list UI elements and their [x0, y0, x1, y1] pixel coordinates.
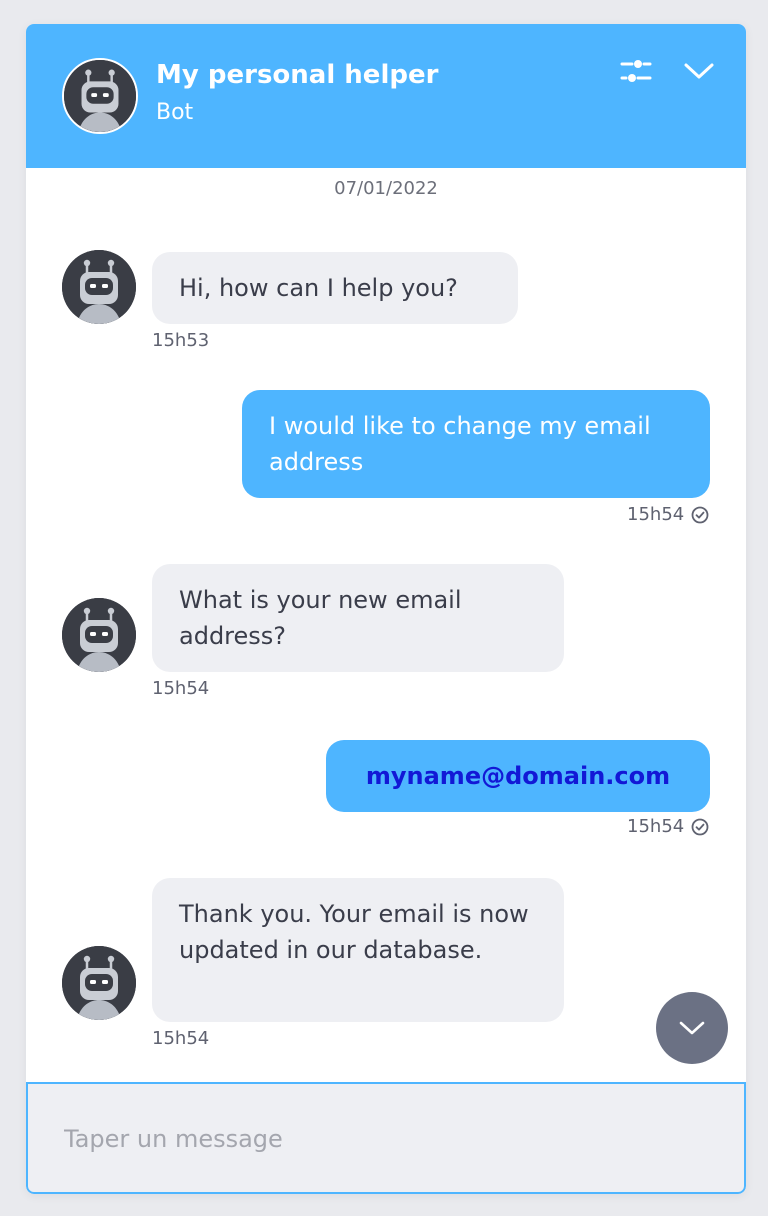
bot-avatar — [62, 946, 136, 1020]
collapse-button[interactable] — [682, 54, 716, 88]
robot-icon — [62, 946, 136, 1020]
bot-message: Hi, how can I help you? — [152, 252, 518, 324]
settings-button[interactable] — [618, 54, 654, 88]
message-timestamp: 15h53 — [152, 330, 210, 351]
timestamp-text: 15h54 — [627, 504, 685, 525]
check-circle-icon — [691, 506, 709, 523]
chevron-down-icon — [684, 63, 714, 79]
bot-avatar — [62, 598, 136, 672]
message-composer — [26, 1082, 746, 1194]
bot-message: Thank you. Your email is now updated in … — [152, 878, 564, 1022]
user-message-email-link[interactable]: myname@domain.com — [326, 740, 710, 812]
message-input[interactable] — [62, 1118, 706, 1160]
message-timestamp: 15h54 — [627, 816, 710, 837]
chat-title: My personal helper — [156, 60, 439, 90]
message-timestamp: 15h54 — [627, 504, 710, 525]
chevron-down-icon — [679, 1021, 705, 1035]
scroll-to-bottom-button[interactable] — [656, 992, 728, 1064]
bot-avatar — [62, 250, 136, 324]
message-timestamp: 15h54 — [152, 1028, 210, 1049]
chat-widget: My personal helper Bot 07/01/2022 Hi, ho… — [26, 24, 746, 1194]
message-timestamp: 15h54 — [152, 678, 210, 699]
bot-avatar — [62, 58, 138, 134]
robot-icon — [64, 60, 136, 132]
check-circle-icon — [691, 818, 709, 835]
sliders-icon — [620, 60, 652, 82]
robot-icon — [62, 250, 136, 324]
robot-icon — [62, 598, 136, 672]
bot-message: What is your new email address? — [152, 564, 564, 672]
date-separator: 07/01/2022 — [334, 178, 438, 199]
chat-header: My personal helper Bot — [26, 24, 746, 168]
chat-subtitle: Bot — [156, 100, 194, 125]
user-message: I would like to change my email address — [242, 390, 710, 498]
timestamp-text: 15h54 — [627, 816, 685, 837]
